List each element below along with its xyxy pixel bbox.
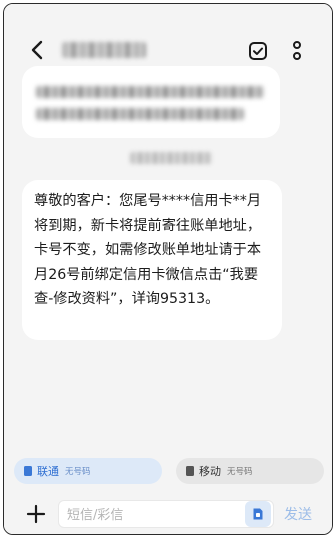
more-vertical-icon: [293, 41, 301, 60]
sim-selector: 联通 无号码 移动 无号码: [4, 450, 332, 492]
sim-name: 联通: [37, 465, 59, 478]
sim-card-icon: [186, 466, 194, 476]
message-timestamp-redacted: [130, 152, 212, 164]
sim-card-icon: [24, 466, 32, 476]
sim-name: 移动: [199, 465, 221, 478]
sms-conversation-screen: 尊敬的客户：您尾号****信用卡**月将到期，新卡将提前寄往账单地址，卡号不变，…: [3, 3, 333, 535]
sim-option-unicom[interactable]: 联通 无号码: [14, 458, 162, 484]
redacted-text-line: [36, 86, 264, 98]
sim-card-icon: [253, 508, 263, 520]
previous-message-bubble-redacted: [22, 66, 280, 138]
more-options-button[interactable]: [290, 40, 304, 62]
message-input-box: [58, 500, 274, 528]
sim-number: 无号码: [65, 467, 91, 477]
back-arrow-icon: [31, 40, 43, 60]
plus-icon: [26, 504, 46, 524]
verified-check-icon: [249, 42, 267, 60]
message-input[interactable]: [67, 505, 237, 525]
attach-button[interactable]: [24, 502, 48, 526]
message-text: 尊敬的客户：您尾号****信用卡**月将到期，新卡将提前寄往账单地址，卡号不变，…: [34, 193, 262, 308]
sim-option-mobile[interactable]: 移动 无号码: [176, 458, 324, 484]
compose-bar: 发送: [4, 492, 332, 534]
send-button[interactable]: 发送: [284, 504, 324, 524]
contact-title-redacted: [62, 42, 146, 58]
sim-switch-button[interactable]: [245, 501, 271, 527]
redacted-text-line: [36, 108, 244, 120]
message-bubble[interactable]: 尊敬的客户：您尾号****信用卡**月将到期，新卡将提前寄往账单地址，卡号不变，…: [22, 180, 282, 340]
back-button[interactable]: [26, 37, 48, 63]
verify-button[interactable]: [247, 40, 269, 62]
sim-number: 无号码: [227, 467, 253, 477]
